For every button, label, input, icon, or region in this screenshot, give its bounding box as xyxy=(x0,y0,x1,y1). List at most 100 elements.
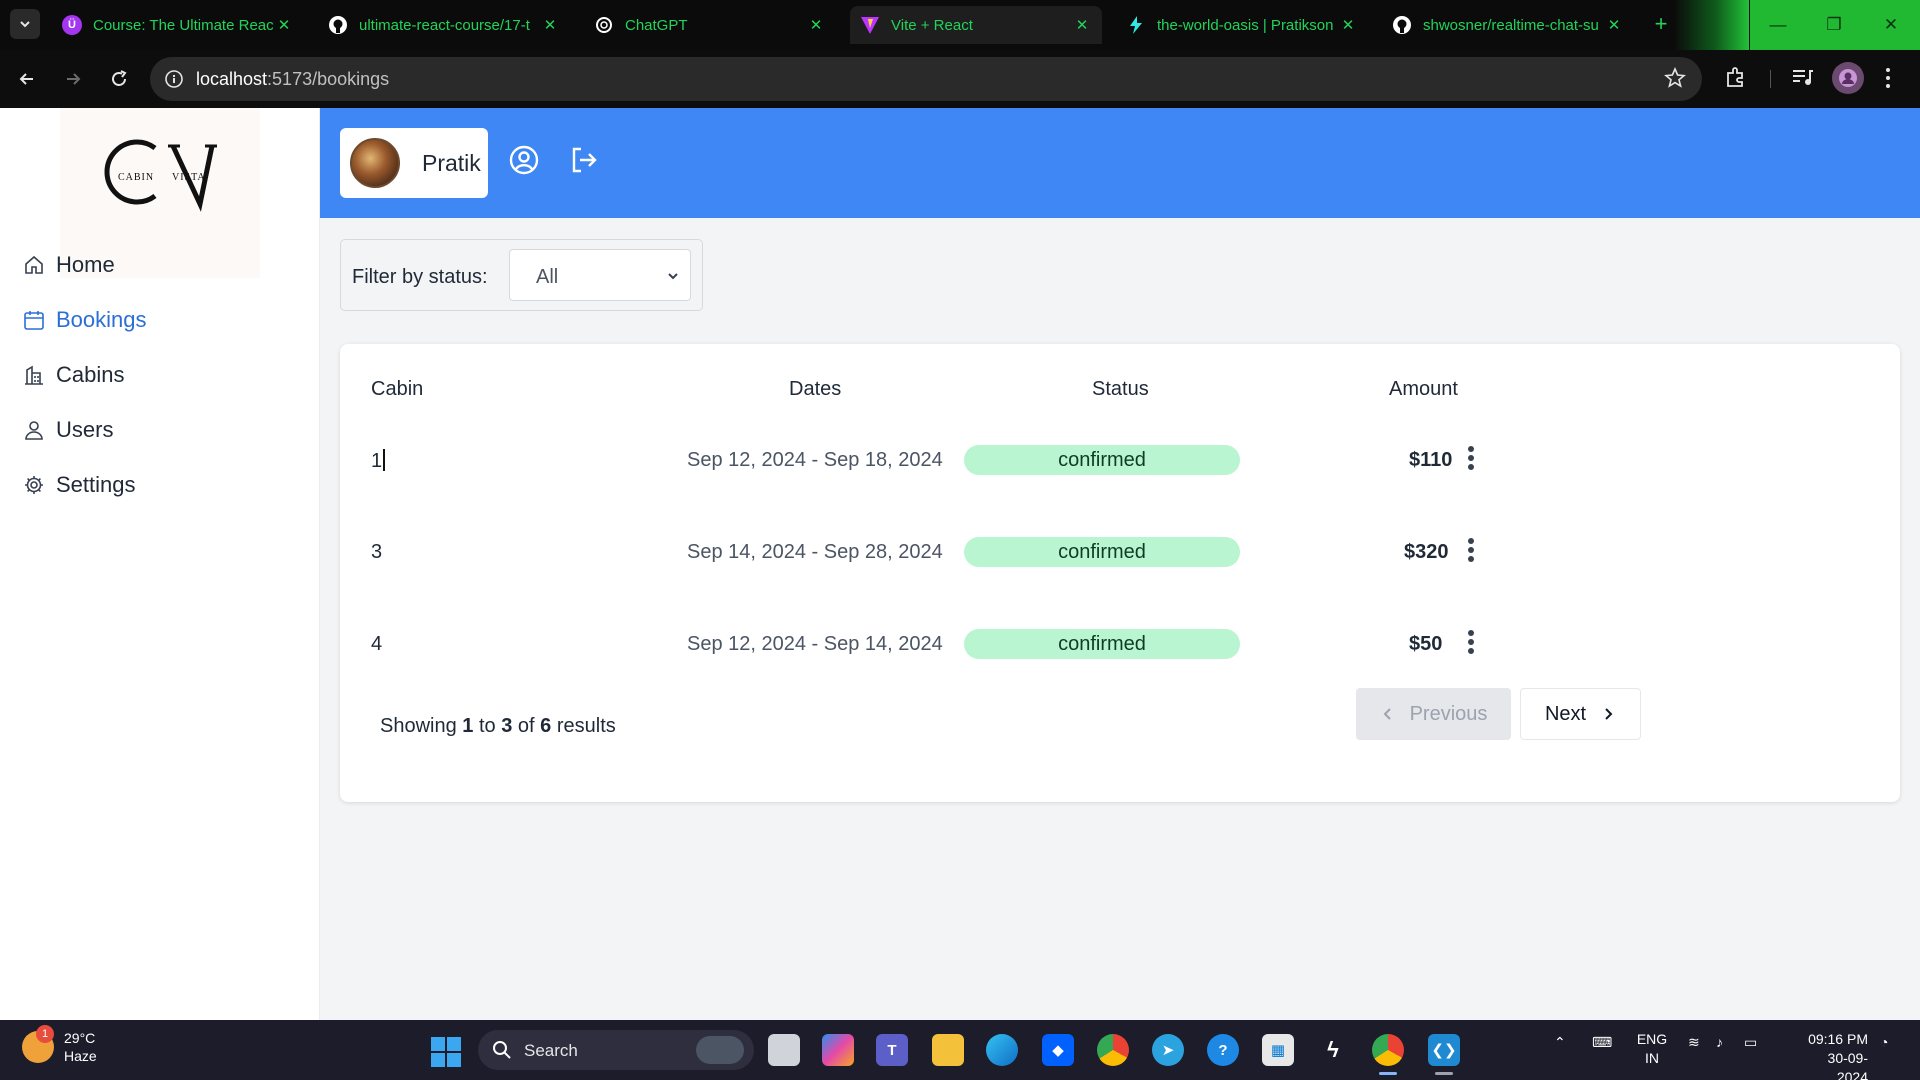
media-controls-icon[interactable] xyxy=(1790,65,1814,94)
sidebar-item-users[interactable]: Users xyxy=(22,412,113,448)
row-actions-kebab-icon[interactable] xyxy=(1461,444,1481,472)
site-info-icon[interactable] xyxy=(164,69,184,94)
bookmark-star-icon[interactable] xyxy=(1664,66,1686,94)
column-header-cabin: Cabin xyxy=(371,378,424,400)
column-header-amount: Amount xyxy=(1389,378,1458,400)
summary-of-word: of xyxy=(517,715,535,737)
battery-icon[interactable]: ▭ xyxy=(1744,1034,1757,1051)
start-button[interactable] xyxy=(431,1037,461,1067)
weather-widget[interactable]: 1 29°C Haze xyxy=(22,1025,97,1065)
logout-button[interactable] xyxy=(568,144,600,176)
sidebar-item-home[interactable]: Home xyxy=(22,247,115,283)
browser-tab-github-chat[interactable]: shwosner/realtime-chat-su ✕ xyxy=(1382,6,1634,44)
weather-sun-icon: 1 xyxy=(22,1025,54,1063)
address-bar[interactable]: localhost:5173/bookings xyxy=(150,57,1702,101)
reload-button[interactable] xyxy=(104,64,134,94)
row-actions-kebab-icon[interactable] xyxy=(1461,628,1481,656)
browser-tab-udemy[interactable]: Ü Course: The Ultimate React ✕ xyxy=(52,6,304,44)
vscode-icon[interactable]: ❮❯ xyxy=(1428,1034,1460,1066)
close-icon[interactable]: ✕ xyxy=(274,16,294,34)
sidebar-item-bookings[interactable]: Bookings xyxy=(22,302,147,338)
taskbar-search[interactable]: Search xyxy=(478,1030,754,1070)
minimize-button[interactable]: — xyxy=(1750,0,1806,50)
telegram-icon[interactable]: ➤ xyxy=(1152,1034,1184,1066)
profile-avatar[interactable] xyxy=(1832,62,1864,94)
close-window-button[interactable]: ✕ xyxy=(1862,0,1920,50)
windows-taskbar: 1 29°C Haze Search T ◆ ➤ ? ▦ ϟ ❮❯ ⌃ ⌨ EN… xyxy=(0,1020,1920,1080)
cabins-icon xyxy=(22,363,46,387)
restore-button[interactable]: ❐ xyxy=(1806,0,1862,50)
close-icon[interactable]: ✕ xyxy=(1338,16,1358,34)
back-button[interactable] xyxy=(12,64,42,94)
browser-tab-github-course[interactable]: ultimate-react-course/17-t ✕ xyxy=(318,6,570,44)
close-icon[interactable]: ✕ xyxy=(1604,16,1624,34)
chrome-icon[interactable] xyxy=(1097,1034,1129,1066)
summary-to: 3 xyxy=(501,715,513,737)
edge-icon[interactable] xyxy=(986,1034,1018,1066)
dates-cell: Sep 14, 2024 - Sep 28, 2024 xyxy=(687,541,943,563)
browser-tab-vite[interactable]: Vite + React ✕ xyxy=(850,6,1102,44)
forward-button[interactable] xyxy=(58,64,88,94)
next-page-button[interactable]: Next xyxy=(1520,688,1641,740)
chevron-right-icon xyxy=(1605,708,1613,720)
chevron-up-icon[interactable]: ⌃ xyxy=(1554,1034,1566,1051)
arrow-left-icon xyxy=(19,73,33,85)
browser-tab-chatgpt[interactable]: ChatGPT ✕ xyxy=(584,6,836,44)
volume-icon[interactable]: ♪ xyxy=(1716,1034,1723,1050)
column-header-status: Status xyxy=(1092,378,1149,400)
profile-icon xyxy=(1839,69,1857,87)
summary-to-word: to xyxy=(478,715,496,737)
wifi-icon[interactable]: ≋ xyxy=(1688,1034,1700,1051)
filter-label: Filter by status: xyxy=(352,266,488,288)
language-indicator[interactable]: ENG IN xyxy=(1636,1030,1668,1068)
close-icon[interactable]: ✕ xyxy=(806,16,826,34)
cabin-number: 1 xyxy=(371,450,383,472)
previous-label: Previous xyxy=(1409,702,1488,725)
system-clock[interactable]: 09:16 PM 30-09-2024 xyxy=(1798,1030,1868,1080)
weather-badge: 1 xyxy=(36,1025,54,1043)
home-icon xyxy=(22,253,46,277)
teams-icon[interactable]: T xyxy=(876,1034,908,1066)
copilot-icon[interactable] xyxy=(822,1034,854,1066)
status-badge: confirmed xyxy=(964,629,1240,659)
sidebar-item-settings[interactable]: Settings xyxy=(22,467,136,503)
account-button[interactable] xyxy=(508,144,540,176)
notification-icon[interactable]: ◔ xyxy=(1880,1034,1888,1050)
previous-page-button[interactable]: Previous xyxy=(1356,688,1511,740)
browser-menu-icon[interactable] xyxy=(1884,67,1892,94)
user-chip[interactable]: Pratik xyxy=(340,128,488,198)
task-view-icon[interactable] xyxy=(768,1034,800,1066)
new-tab-button[interactable]: + xyxy=(1648,12,1674,38)
logo-word-left: CABIN xyxy=(118,172,155,183)
extensions-puzzle-icon[interactable] xyxy=(1724,65,1748,94)
sidebar-item-label: Cabins xyxy=(56,362,125,387)
chevron-down-icon xyxy=(668,273,678,280)
chrome-profile-icon[interactable] xyxy=(1372,1034,1404,1066)
close-icon[interactable]: ✕ xyxy=(1072,16,1092,34)
store-icon[interactable]: ▦ xyxy=(1262,1034,1294,1066)
app-lightning-icon[interactable]: ϟ xyxy=(1317,1034,1349,1066)
tab-search-button[interactable] xyxy=(10,9,40,39)
search-icon xyxy=(493,1041,511,1059)
help-icon[interactable]: ? xyxy=(1207,1034,1239,1066)
github-icon xyxy=(328,15,348,35)
plus-icon: + xyxy=(1654,11,1668,36)
text-cursor xyxy=(383,449,386,471)
sidebar-item-label: Users xyxy=(56,417,114,442)
file-explorer-icon[interactable] xyxy=(932,1034,964,1066)
dropbox-icon[interactable]: ◆ xyxy=(1042,1034,1074,1066)
keyboard-icon[interactable]: ⌨ xyxy=(1592,1034,1612,1051)
browser-tab-netlify[interactable]: the-world-oasis | Pratikson ✕ xyxy=(1116,6,1368,44)
row-actions-kebab-icon[interactable] xyxy=(1461,536,1481,564)
user-name: Pratik xyxy=(422,149,481,176)
weather-temperature: 29°C xyxy=(64,1030,96,1046)
status-filter-select[interactable]: All xyxy=(509,249,691,301)
pagination-summary: Showing 1 to 3 of 6 results xyxy=(380,715,616,738)
amount-cell: $320 xyxy=(1404,541,1449,563)
sidebar-item-cabins[interactable]: Cabins xyxy=(22,357,124,393)
close-icon[interactable]: ✕ xyxy=(540,16,560,34)
next-label: Next xyxy=(1544,702,1587,725)
minimize-icon: — xyxy=(1769,15,1787,34)
github-icon xyxy=(1392,15,1412,35)
amount-cell: $50 xyxy=(1409,633,1443,655)
